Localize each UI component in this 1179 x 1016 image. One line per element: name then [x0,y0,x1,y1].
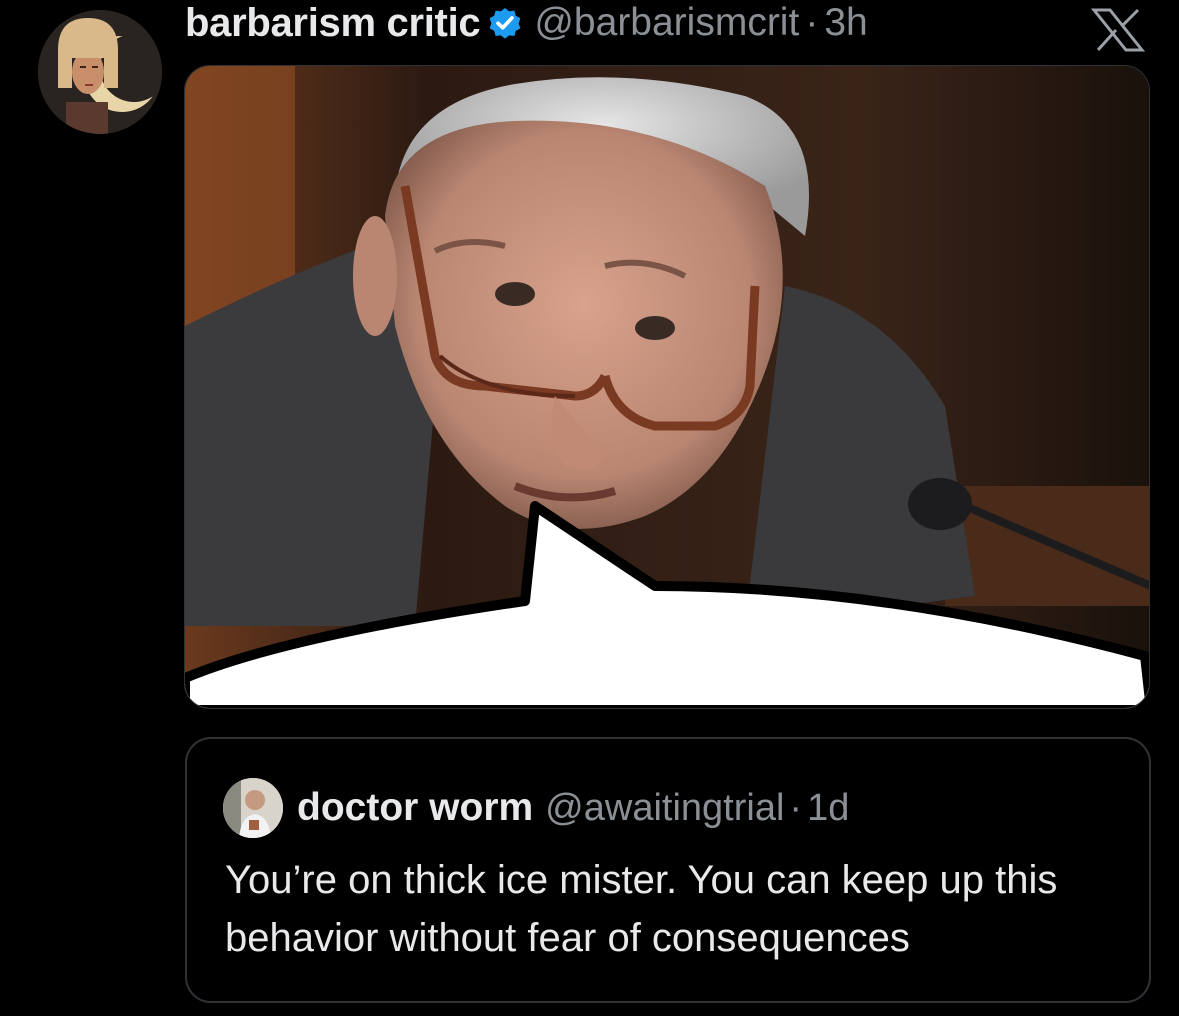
x-logo-icon [1090,8,1146,52]
author-avatar[interactable] [38,10,162,134]
author-handle[interactable]: @barbarismcrit [534,1,799,45]
woman-with-bob-haircut-avatar-icon [38,10,162,134]
quoted-tweet-card[interactable]: doctor worm @awaitingtrial · 1d You’re o… [185,737,1151,1003]
person-photo-avatar-icon [223,778,283,838]
tweet-header: barbarism critic @barbarismcrit · 3h [185,0,868,46]
tweet-timestamp[interactable]: 3h [824,1,867,45]
quoted-author-avatar[interactable] [223,778,283,838]
quoted-author-display-name[interactable]: doctor worm [297,786,533,830]
quoted-header-separator: · [789,786,803,829]
verified-badge-icon[interactable] [486,4,524,42]
photo-man-with-glasses-speech-bubble-icon [185,66,1149,708]
tweet-media-image[interactable] [184,65,1150,709]
quoted-tweet-header: doctor worm @awaitingtrial · 1d [223,775,849,841]
quoted-author-handle[interactable]: @awaitingtrial [545,787,784,830]
quoted-tweet-text: You’re on thick ice mister. You can keep… [225,858,1058,960]
author-display-name[interactable]: barbarism critic [185,1,481,46]
quoted-tweet-timestamp[interactable]: 1d [807,787,849,830]
header-separator: · [805,1,819,44]
